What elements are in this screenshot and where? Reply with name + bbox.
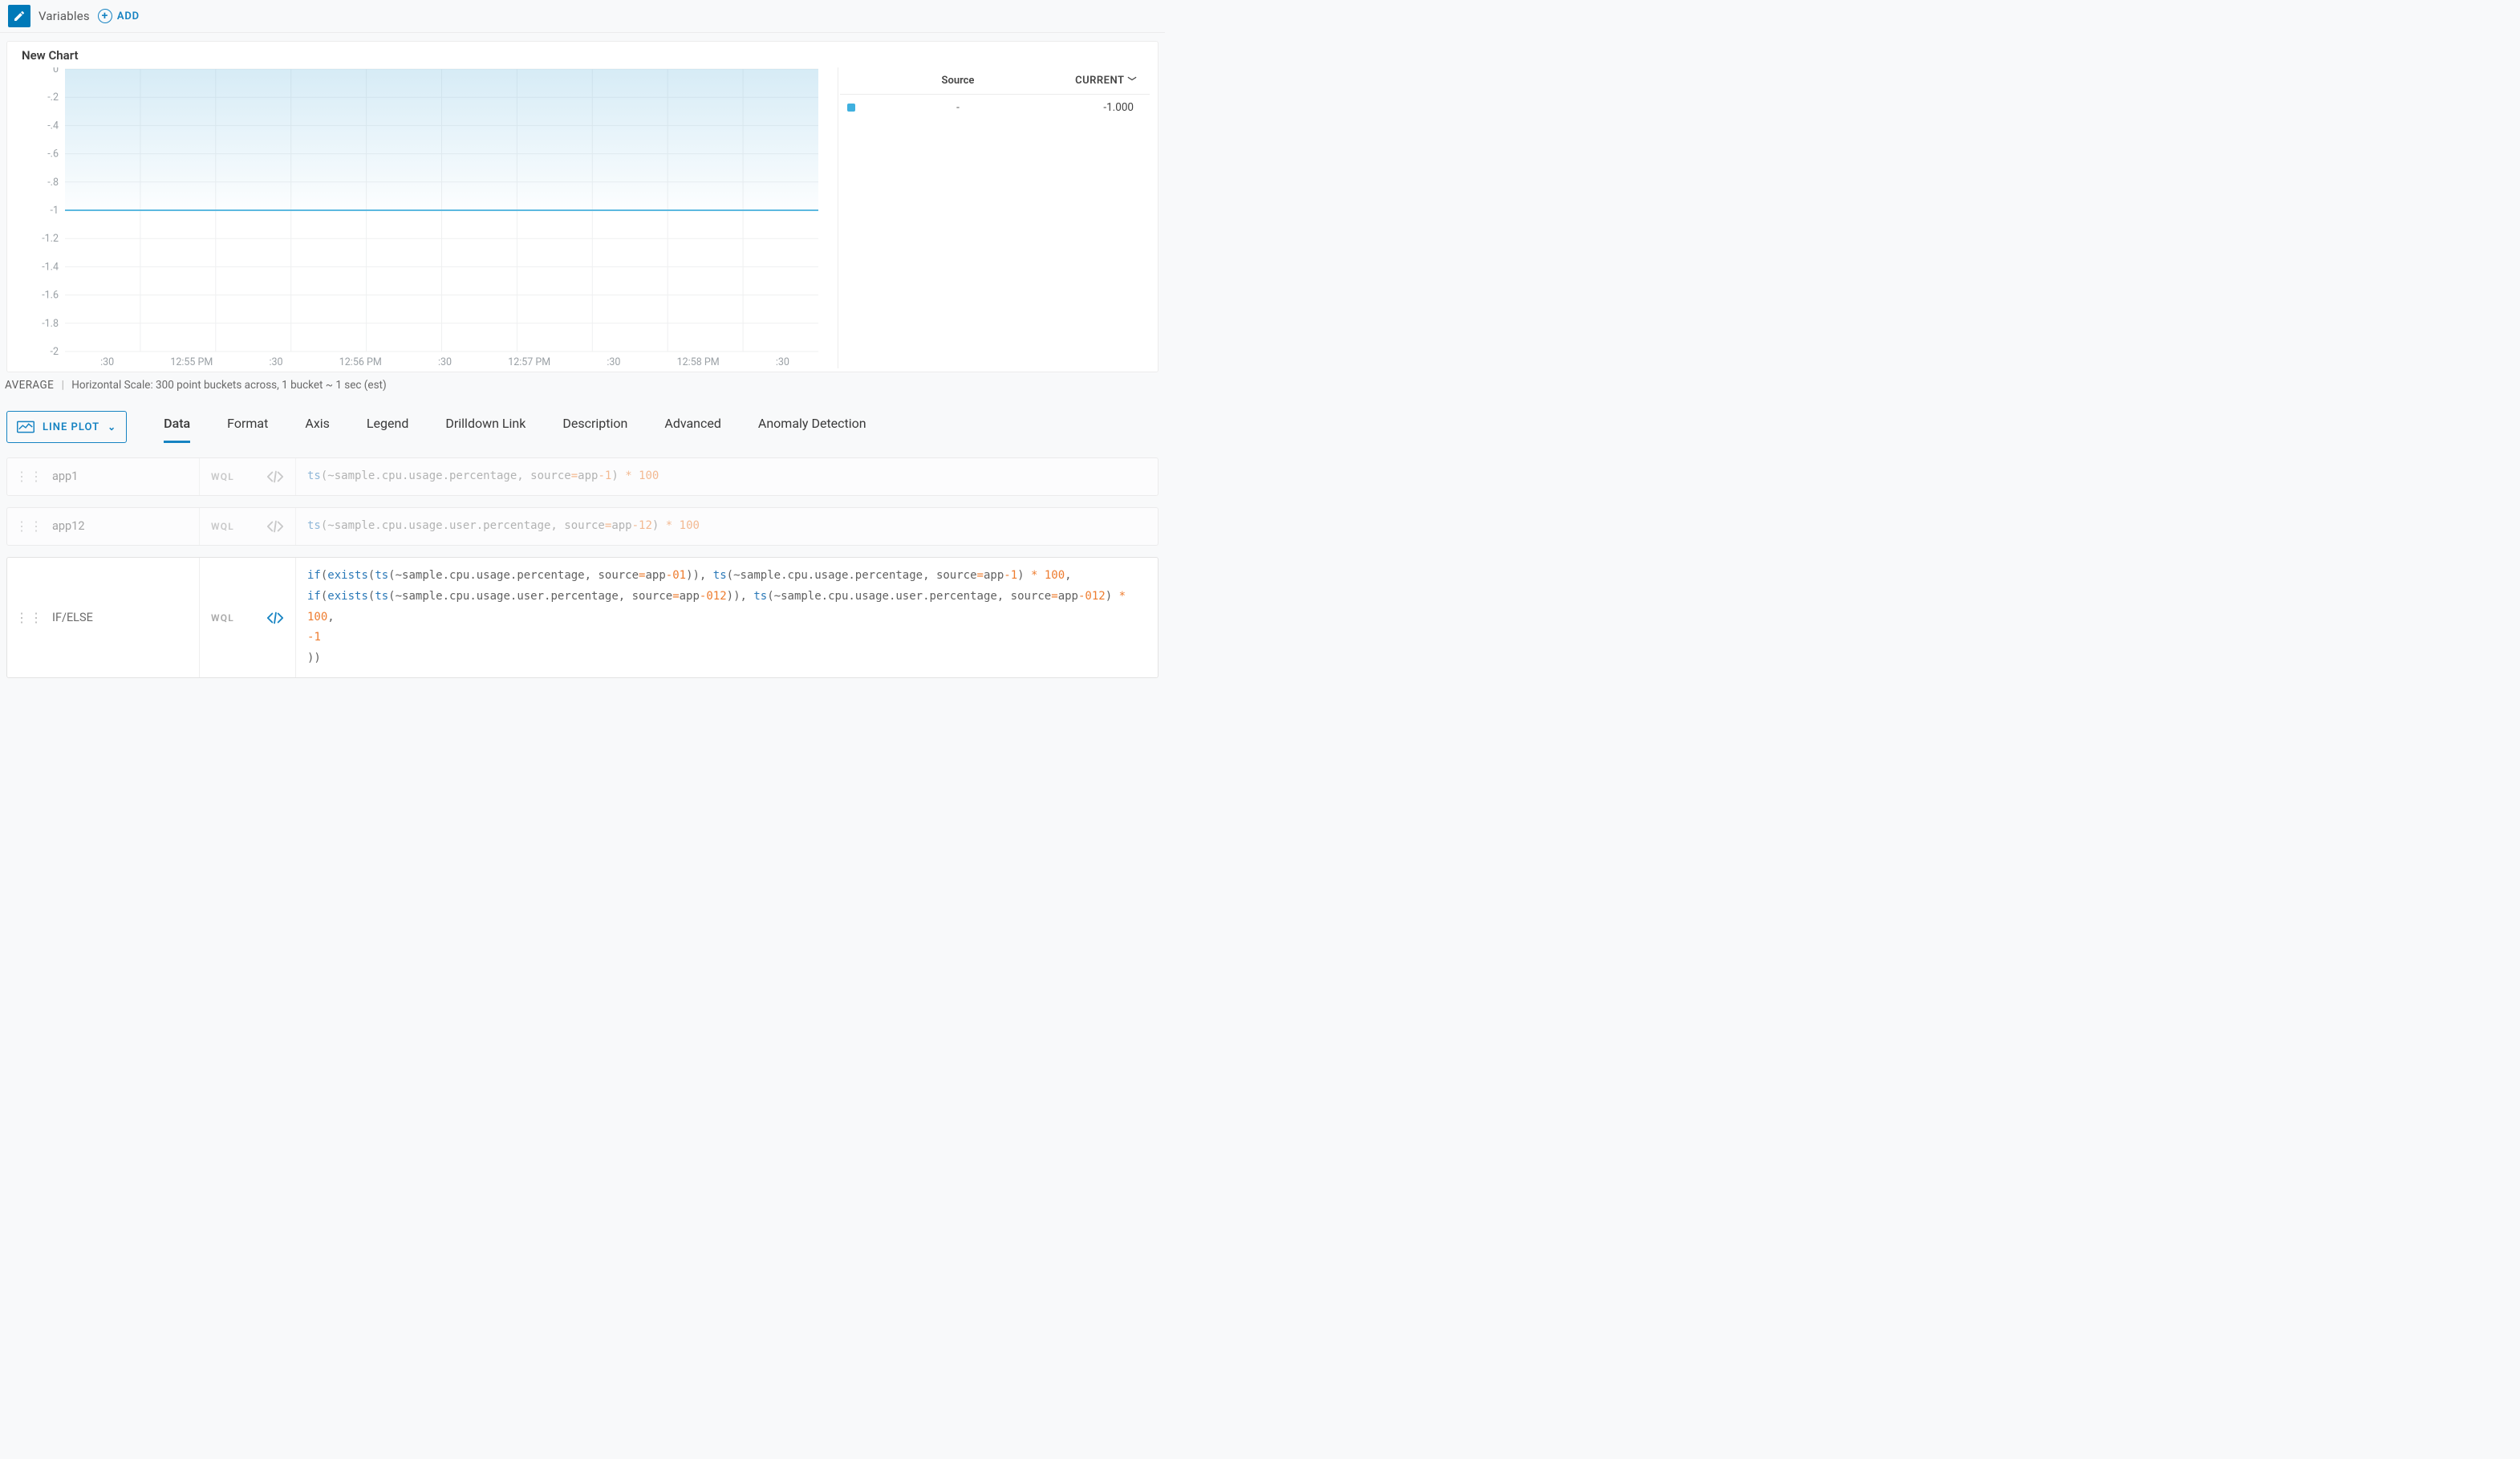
svg-text:-1.4: -1.4 [42,261,59,273]
query-name-cell[interactable]: ⋮⋮ IF/ELSE [7,558,200,677]
code-icon [266,469,284,484]
edit-icon[interactable] [8,5,30,27]
legend-source-header[interactable]: Source [862,75,1053,87]
query-row: ⋮⋮ app12 WQL ts(~sample.cpu.usage.user.perc… [6,507,1159,546]
query-type-label: WQL [211,612,234,624]
tab-description[interactable]: Description [562,408,627,443]
query-list: ⋮⋮ app1 WQL ts(~sample.cpu.usage.percentage… [6,457,1159,678]
svg-text:-2: -2 [51,346,59,356]
query-type-label: WQL [211,471,234,482]
plus-circle-icon: + [98,9,112,23]
drag-handle-icon[interactable]: ⋮⋮ [15,472,44,481]
svg-text:-1.6: -1.6 [42,290,59,302]
add-variable-button[interactable]: + ADD [98,9,140,23]
x-tick: :30 [571,356,655,368]
code-icon [266,519,284,534]
chart-editor-tabs: LINE PLOT ⌄ Data Format Axis Legend Drilldow… [0,408,1165,443]
svg-text:-1.8: -1.8 [42,318,59,330]
plot-type-selector[interactable]: LINE PLOT ⌄ [6,411,127,443]
tab-data[interactable]: Data [164,408,190,443]
query-name: app12 [52,519,84,533]
query-type-cell[interactable]: WQL [200,508,296,545]
x-tick: 12:55 PM [149,356,233,368]
query-type-cell[interactable]: WQL [200,458,296,495]
x-tick: 12:58 PM [656,356,741,368]
tab-anomaly-detection[interactable]: Anomaly Detection [758,408,866,443]
legend-current: -1.000 [1053,101,1150,114]
svg-text:-.2: -.2 [47,91,59,104]
footer-average: AVERAGE [5,379,54,392]
chart-footer: AVERAGE | Horizontal Scale: 300 point bu… [0,372,1165,403]
query-row: ⋮⋮ IF/ELSE WQL if(exists(ts(~sample.cpu.usa… [6,557,1159,678]
svg-text:-.8: -.8 [47,177,59,189]
query-expression[interactable]: if(exists(ts(~sample.cpu.usage.percentag… [296,558,1158,677]
variables-bar: Variables + ADD [0,0,1165,33]
variables-label: Variables [39,9,90,23]
tab-axis[interactable]: Axis [305,408,330,443]
svg-text:-.6: -.6 [47,148,59,161]
query-name-cell[interactable]: ⋮⋮ app1 [7,458,200,495]
x-tick: 12:57 PM [487,356,571,368]
x-tick: :30 [741,356,825,368]
query-expression[interactable]: ts(~sample.cpu.usage.user.percentage, so… [296,508,1158,545]
svg-text:-1.2: -1.2 [42,233,59,245]
tab-drilldown-link[interactable]: Drilldown Link [445,408,526,443]
query-name-cell[interactable]: ⋮⋮ app12 [7,508,200,545]
legend-source: - [862,101,1053,114]
line-plot-icon [17,421,34,433]
add-label: ADD [117,10,140,22]
legend-current-header[interactable]: CURRENT ﹀ [1053,75,1150,87]
chevron-down-icon: ﹀ [1128,75,1138,87]
x-axis-ticks: :3012:55 PM:3012:56 PM:3012:57 PM:3012:5… [18,356,825,368]
legend-swatch [847,104,855,112]
chevron-down-icon: ⌄ [108,421,116,433]
svg-text:0: 0 [53,67,59,75]
svg-text:-1: -1 [51,205,59,217]
drag-handle-icon[interactable]: ⋮⋮ [15,522,44,530]
chart-panel: New Chart 0 -.2 -.4 -.6 -.8 -1 -1.2 -1.4 -1.6 -1.… [6,41,1159,372]
tab-format[interactable]: Format [227,408,268,443]
query-row: ⋮⋮ app1 WQL ts(~sample.cpu.usage.percentage… [6,457,1159,496]
plot-type-label: LINE PLOT [43,421,99,433]
chart-plot-area[interactable]: 0-.2-.4-.6-.8-1-1.2-1.4-1.6-1.8-2 :3012:… [18,67,825,368]
query-type-cell[interactable]: WQL [200,558,296,677]
query-type-label: WQL [211,521,234,532]
query-name: app1 [52,469,78,483]
x-tick: 12:56 PM [319,356,403,368]
tab-advanced[interactable]: Advanced [664,408,721,443]
svg-text:-.4: -.4 [47,120,59,132]
x-tick: :30 [403,356,487,368]
query-expression[interactable]: ts(~sample.cpu.usage.percentage, source=… [296,458,1158,495]
x-tick: :30 [233,356,318,368]
code-icon [266,611,284,625]
legend-panel: Source CURRENT ﹀ --1.000 [838,67,1150,368]
legend-row[interactable]: --1.000 [840,95,1150,120]
line-chart: 0 -.2 -.4 -.6 -.8 -1 -1.2 -1.4 -1.6 -1.8 -2 [18,67,825,356]
chart-title: New Chart [22,48,1150,63]
x-tick: :30 [65,356,149,368]
footer-scale: Horizontal Scale: 300 point buckets acro… [71,379,386,392]
query-name: IF/ELSE [52,611,93,624]
drag-handle-icon[interactable]: ⋮⋮ [15,613,44,622]
tab-legend[interactable]: Legend [367,408,408,443]
